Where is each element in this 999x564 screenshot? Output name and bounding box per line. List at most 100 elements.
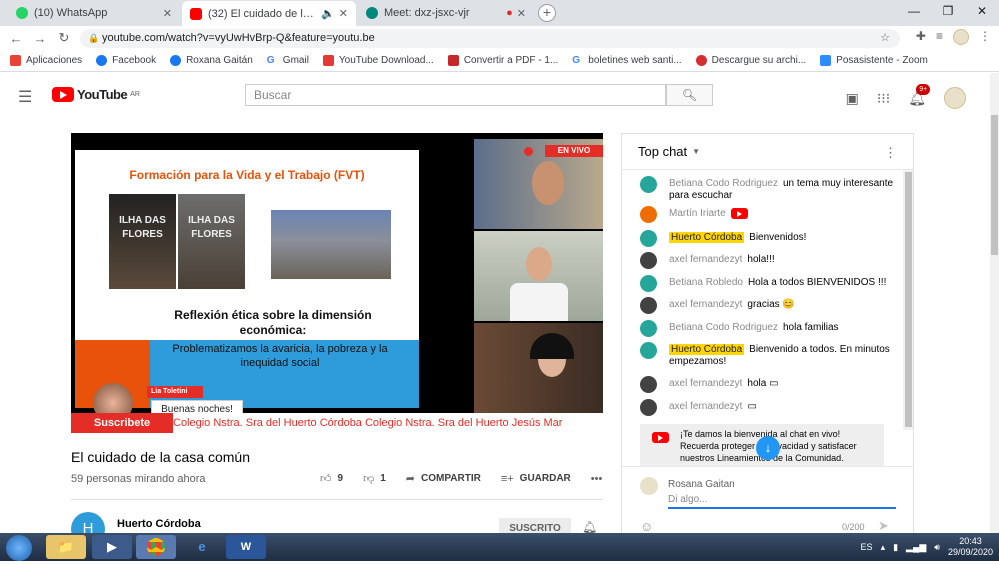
chat-avatar[interactable] <box>640 399 657 416</box>
chat-avatar[interactable] <box>640 176 657 193</box>
chat-avatar[interactable] <box>640 230 657 247</box>
chat-scrollbar[interactable] <box>903 170 913 430</box>
language-indicator[interactable]: ES <box>861 542 873 552</box>
chat-avatar[interactable] <box>640 320 657 337</box>
start-button[interactable] <box>6 535 32 561</box>
chat-author[interactable]: Huerto Córdoba <box>669 344 745 355</box>
video-player[interactable]: Formación para la Vida y el Trabajo (FVT… <box>71 133 603 433</box>
message-body: Huerto Córdoba Bienvenidos! <box>669 232 806 244</box>
back-arrow-icon[interactable]: ← <box>4 31 28 46</box>
forward-arrow-icon[interactable]: → <box>28 31 52 46</box>
bookmark-pdf[interactable]: Convertir a PDF - 1... <box>447 55 558 66</box>
search-button[interactable]: 🔍︎ <box>666 84 713 106</box>
chat-mode-selector[interactable]: Top chat <box>638 144 687 159</box>
puzzle-icon[interactable]: ✚ <box>916 29 926 45</box>
bell-icon[interactable]: 🔔︎ <box>582 520 597 534</box>
chat-author[interactable]: Martín Iriarte <box>669 208 726 219</box>
notification-badge: 9+ <box>916 83 931 95</box>
chat-avatar[interactable] <box>640 252 657 269</box>
create-video-icon[interactable]: ▣ <box>846 90 859 107</box>
chat-author[interactable]: Betiana Codo Rodriguez <box>669 322 778 333</box>
signal-icon[interactable]: ▂▄▆ <box>906 542 926 553</box>
bookmark-descargue[interactable]: Descargue su archi... <box>695 55 806 66</box>
bookmark-youtube-download[interactable]: YouTube Download... <box>322 55 434 66</box>
new-tab-button[interactable]: + <box>538 4 556 22</box>
apps-grid-icon[interactable]: ⁝⁝⁝ <box>877 90 890 107</box>
like-button[interactable]: 👍︎ 9 <box>320 472 343 485</box>
star-icon[interactable]: ☆ <box>880 29 890 48</box>
speaker-icon[interactable]: 🔈 <box>321 7 335 20</box>
chat-author[interactable]: axel fernandezyt <box>669 401 742 412</box>
reload-icon[interactable]: ↻ <box>52 30 76 46</box>
hamburger-menu-icon[interactable]: ☰ <box>18 87 32 107</box>
minimize-button[interactable]: — <box>897 0 931 22</box>
page-scrollbar[interactable] <box>990 73 999 533</box>
clock[interactable]: 20:43 29/09/2020 <box>948 536 993 558</box>
message-body: axel fernandezyt ▭ <box>669 401 757 413</box>
tab-youtube[interactable]: (32) El cuidado de la casa co 🔈 ✕ <box>182 1 356 26</box>
chrome-taskbar-icon[interactable] <box>136 535 176 559</box>
share-button[interactable]: ➦ COMPARTIR <box>406 472 481 485</box>
bookmark-facebook[interactable]: Facebook <box>96 55 156 66</box>
chat-avatar[interactable] <box>640 376 657 393</box>
chat-avatar[interactable] <box>640 275 657 292</box>
chat-avatar[interactable] <box>640 206 657 223</box>
media-player-taskbar-icon[interactable]: ▶ <box>92 535 132 559</box>
chat-avatar[interactable] <box>640 342 657 359</box>
save-button[interactable]: ≡+ GUARDAR <box>501 473 571 485</box>
ie-taskbar-icon[interactable]: e <box>182 535 222 559</box>
search-input[interactable]: Buscar <box>245 84 666 106</box>
share-label: COMPARTIR <box>421 473 481 484</box>
tab-meet[interactable]: Meet: dxz-jsxc-vjr ● ✕ <box>358 2 534 24</box>
network-icon[interactable]: ▮ <box>893 542 898 553</box>
facebook-icon <box>96 55 108 66</box>
bookmark-roxana[interactable]: Roxana Gaitán <box>170 55 253 66</box>
dropdown-icon[interactable]: ▼ <box>692 147 700 156</box>
youtube-icon <box>730 208 748 219</box>
chat-text: hola!!! <box>747 254 775 265</box>
word-taskbar-icon[interactable]: W <box>226 535 266 559</box>
scroll-thumb[interactable] <box>991 115 998 255</box>
bookmark-zoom[interactable]: Posasistente - Zoom <box>820 55 928 66</box>
chat-message: Betiana Codo Rodriguez un tema muy intere… <box>640 176 902 202</box>
chat-author[interactable]: axel fernandezyt <box>669 254 742 265</box>
scroll-thumb[interactable] <box>905 172 912 427</box>
youtube-logo[interactable]: YouTube AR <box>52 87 140 102</box>
chat-message: axel fernandezyt hola ▭ <box>640 376 902 393</box>
bookmark-gmail[interactable]: G Gmail <box>266 55 309 66</box>
profile-avatar[interactable] <box>953 29 969 45</box>
volume-icon[interactable]: 🔊︎ <box>934 542 940 553</box>
chat-author[interactable]: Betiana Codo Rodriguez <box>669 178 778 189</box>
close-window-button[interactable]: ✕ <box>965 0 999 22</box>
explorer-taskbar-icon[interactable]: 📁 <box>46 535 86 559</box>
close-icon[interactable]: ✕ <box>163 7 172 20</box>
more-icon[interactable]: ⋮ <box>979 29 991 45</box>
tab-whatsapp[interactable]: (10) WhatsApp ✕ <box>8 2 180 24</box>
zoom-icon <box>820 55 832 66</box>
bookmark-boletines[interactable]: Gboletines web santi... <box>572 55 682 66</box>
dislike-button[interactable]: 👎︎ 1 <box>363 472 386 485</box>
account-avatar[interactable] <box>944 87 966 109</box>
chat-author[interactable]: Huerto Córdoba <box>669 232 745 243</box>
more-icon[interactable]: ⋮ <box>884 145 897 161</box>
chat-avatar[interactable] <box>640 297 657 314</box>
media-icon[interactable]: ≡ <box>936 29 943 45</box>
more-actions-button[interactable]: ••• <box>591 473 603 485</box>
chat-author[interactable]: Betiana Robledo <box>669 277 743 288</box>
maximize-button[interactable]: ❐ <box>931 0 965 22</box>
url-field[interactable]: 🔒 youtube.com/watch?v=vyUwHvBrp-Q&featur… <box>80 29 900 48</box>
close-icon[interactable]: ✕ <box>517 7 526 20</box>
chat-author[interactable]: axel fernandezyt <box>669 378 742 389</box>
block-icon <box>695 55 707 66</box>
tab-title: (10) WhatsApp <box>34 7 108 19</box>
emoji-icon[interactable]: ☺ <box>640 519 653 534</box>
tray-arrow-icon[interactable]: ▴ <box>881 542 886 553</box>
notifications-button[interactable]: 🔔︎ 9+ <box>908 83 931 107</box>
channel-name[interactable]: Huerto Córdoba <box>117 518 201 530</box>
chat-author[interactable]: axel fernandezyt <box>669 299 742 310</box>
bookmark-aplicaciones[interactable]: Aplicaciones <box>10 55 82 66</box>
chat-input[interactable]: Di algo... <box>668 493 896 509</box>
scroll-down-button[interactable]: ↓ <box>756 436 780 460</box>
close-icon[interactable]: ✕ <box>339 7 348 20</box>
send-icon[interactable]: ➤ <box>878 518 889 534</box>
